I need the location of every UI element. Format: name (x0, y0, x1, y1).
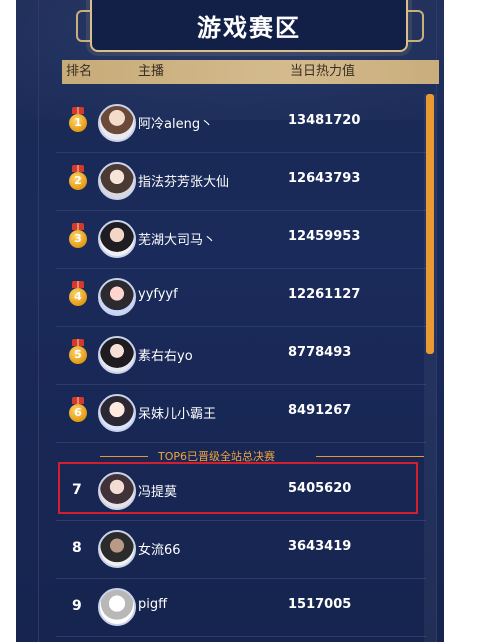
medal-icon: 4 (69, 281, 87, 306)
avatar[interactable] (98, 104, 136, 142)
avatar[interactable] (98, 394, 136, 432)
panel-border-left (38, 0, 39, 642)
medal-icon: 3 (69, 223, 87, 248)
medal-icon: 1 (69, 107, 87, 132)
table-row[interactable]: 5 素右右yo 8778493 (56, 326, 426, 385)
streamer-name[interactable]: 阿冷aleng丶 (138, 113, 288, 132)
column-header-rank: 排名 (66, 64, 93, 79)
divider-line-right (316, 456, 424, 457)
avatar[interactable] (98, 220, 136, 258)
page-title: 游戏赛区 (197, 13, 301, 42)
table-header: 排名 主播 当日热力值 (62, 60, 439, 84)
streamer-name[interactable]: 呆妹儿小霸王 (138, 403, 288, 422)
heat-value: 1517005 (288, 597, 352, 612)
ranking-panel: 游戏赛区 排名 主播 当日热力值 1 阿冷aleng丶 13481720 2 指… (16, 0, 444, 642)
table-row[interactable]: 4 yyfyyf 12261127 (56, 268, 426, 327)
streamer-name[interactable]: 素右右yo (138, 345, 288, 364)
avatar[interactable] (98, 588, 136, 626)
rank-number: 9 (72, 598, 82, 614)
streamer-name[interactable]: yyfyyf (138, 287, 288, 302)
title-box: 游戏赛区 (90, 0, 408, 52)
scrollbar[interactable] (424, 94, 436, 642)
table-row[interactable]: 6 呆妹儿小霸王 8491267 (56, 384, 426, 443)
heat-value: 12643793 (288, 171, 361, 186)
column-header-heat: 当日热力值 (290, 64, 356, 79)
medal-icon: 6 (69, 397, 87, 422)
column-header-streamer: 主播 (138, 64, 165, 79)
heat-value: 12459953 (288, 229, 361, 244)
streamer-name[interactable]: 指法芬芳张大仙 (138, 171, 288, 190)
table-row[interactable]: 8 女流66 3643419 (56, 520, 426, 579)
highlight-rank-7 (58, 462, 418, 514)
medal-icon: 5 (69, 339, 87, 364)
scrollbar-thumb[interactable] (426, 94, 434, 354)
heat-value: 8491267 (288, 403, 352, 418)
medal-icon: 2 (69, 165, 87, 190)
avatar[interactable] (98, 336, 136, 374)
streamer-name[interactable]: 芜湖大司马丶 (138, 229, 288, 248)
table-row[interactable]: 9 pigff 1517005 (56, 578, 426, 637)
streamer-name[interactable]: pigff (138, 597, 288, 612)
avatar[interactable] (98, 530, 136, 568)
avatar[interactable] (98, 278, 136, 316)
panel-border-right (436, 0, 437, 642)
table-row[interactable]: 2 指法芬芳张大仙 12643793 (56, 152, 426, 211)
table-row[interactable]: 1 阿冷aleng丶 13481720 (56, 94, 426, 153)
heat-value: 8778493 (288, 345, 352, 360)
divider-line-left (100, 456, 148, 457)
heat-value: 12261127 (288, 287, 361, 302)
title-decoration-right (408, 10, 424, 42)
heat-value: 13481720 (288, 113, 361, 128)
table-row[interactable]: 3 芜湖大司马丶 12459953 (56, 210, 426, 269)
rank-number: 8 (72, 540, 82, 556)
streamer-name[interactable]: 女流66 (138, 539, 288, 558)
avatar[interactable] (98, 162, 136, 200)
heat-value: 3643419 (288, 539, 352, 554)
